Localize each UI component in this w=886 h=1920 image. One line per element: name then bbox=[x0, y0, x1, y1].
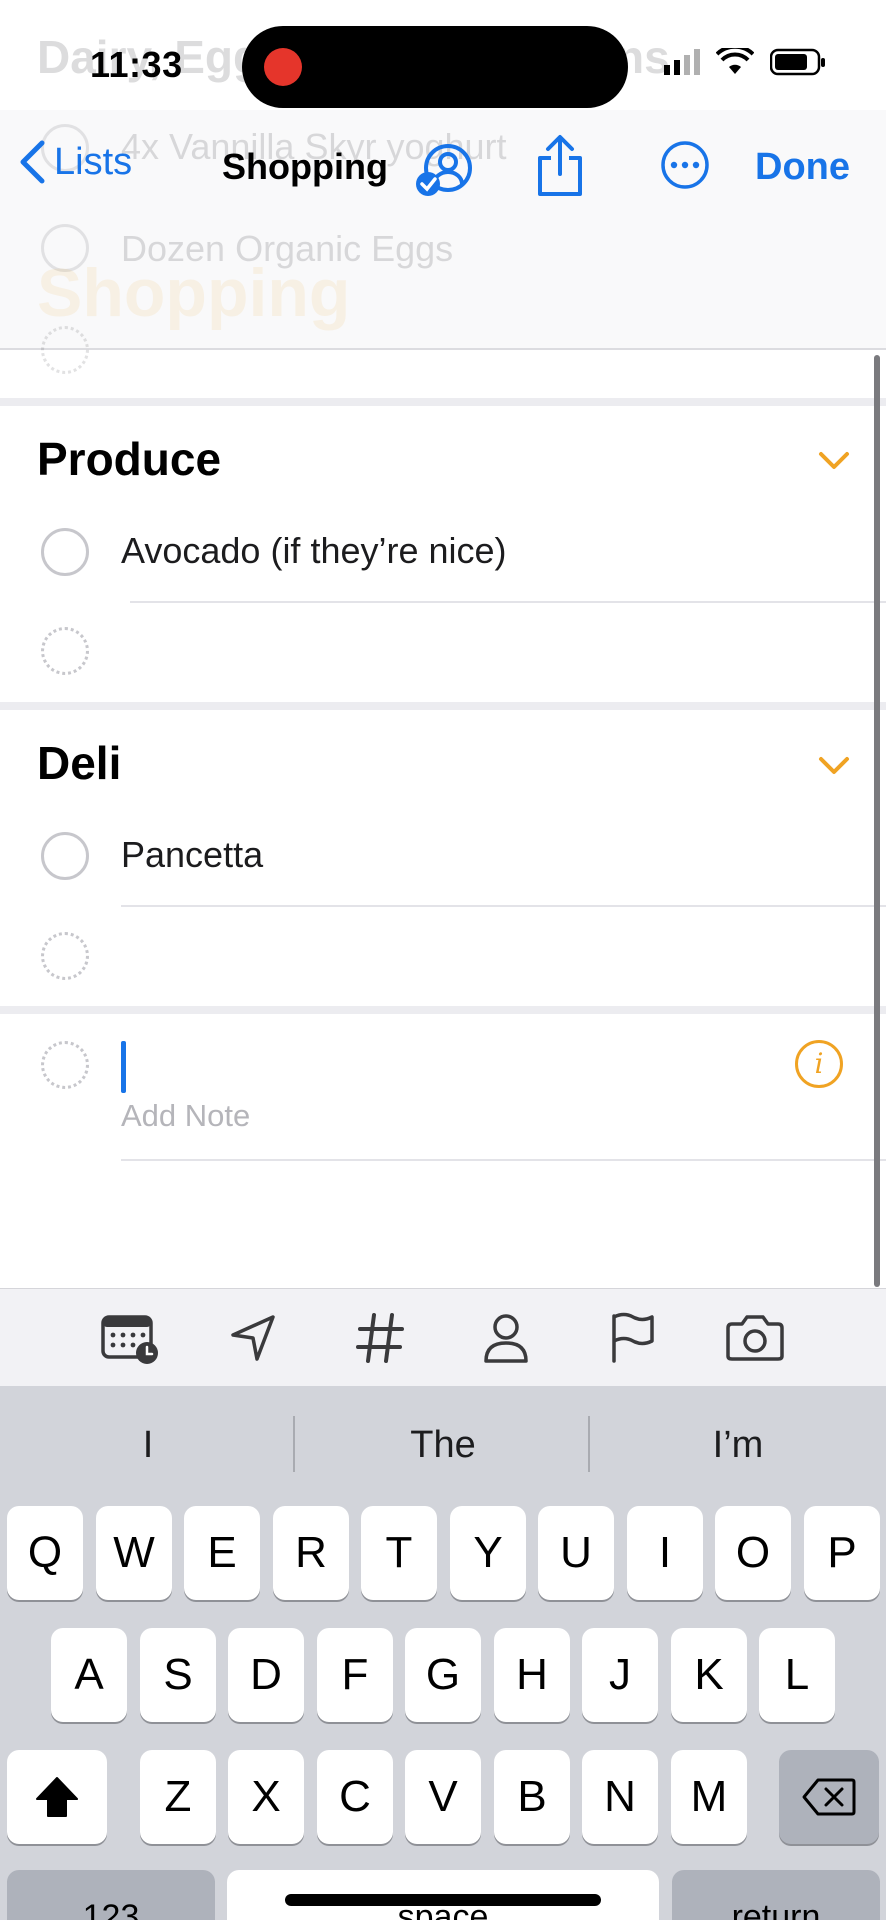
key-r[interactable]: R bbox=[273, 1506, 349, 1600]
battery-icon bbox=[770, 48, 825, 76]
key-o[interactable]: O bbox=[715, 1506, 791, 1600]
key-w[interactable]: W bbox=[96, 1506, 172, 1600]
suggestion-1[interactable]: I bbox=[3, 1424, 293, 1467]
key-h[interactable]: H bbox=[494, 1628, 570, 1722]
location-button[interactable] bbox=[219, 1303, 289, 1373]
key-z[interactable]: Z bbox=[140, 1750, 216, 1844]
key-x[interactable]: X bbox=[228, 1750, 304, 1844]
complete-toggle[interactable] bbox=[41, 832, 89, 880]
key-f[interactable]: F bbox=[317, 1628, 393, 1722]
large-title: Shopping bbox=[37, 255, 351, 331]
row-divider bbox=[121, 1159, 886, 1161]
more-button[interactable] bbox=[660, 140, 710, 195]
delete-key[interactable] bbox=[779, 1750, 879, 1844]
back-button[interactable]: Lists bbox=[18, 140, 132, 184]
section-separator bbox=[0, 398, 886, 406]
assign-person-button[interactable] bbox=[471, 1303, 541, 1373]
person-icon bbox=[484, 1314, 528, 1363]
flag-icon bbox=[612, 1312, 654, 1363]
ellipsis-circle-icon bbox=[661, 141, 709, 189]
key-e[interactable]: E bbox=[184, 1506, 260, 1600]
key-b[interactable]: B bbox=[494, 1750, 570, 1844]
key-a[interactable]: A bbox=[51, 1628, 127, 1722]
navigation-bar: Dairy, Eggs & Ch ns 4x Vannilla Skyr yog… bbox=[0, 31, 886, 374]
location-arrow-icon bbox=[231, 1315, 275, 1361]
camera-button[interactable] bbox=[720, 1303, 790, 1373]
ghost-circle bbox=[41, 326, 89, 374]
share-button[interactable] bbox=[534, 134, 586, 203]
key-m[interactable]: M bbox=[671, 1750, 747, 1844]
shift-key[interactable] bbox=[7, 1750, 107, 1844]
section-separator bbox=[0, 1006, 886, 1014]
camera-icon bbox=[726, 1315, 784, 1361]
tag-button[interactable] bbox=[345, 1303, 415, 1373]
nav-title: Shopping bbox=[222, 146, 388, 187]
suggestion-divider bbox=[293, 1416, 295, 1472]
add-note-field[interactable]: Add Note bbox=[121, 1098, 250, 1134]
key-l[interactable]: L bbox=[759, 1628, 835, 1722]
suggestion-2[interactable]: The bbox=[298, 1424, 588, 1467]
section-title-produce: Produce bbox=[37, 433, 222, 485]
key-p[interactable]: P bbox=[804, 1506, 880, 1600]
chevron-down-icon[interactable] bbox=[818, 755, 850, 777]
shared-person-icon bbox=[416, 144, 472, 196]
scrollbar[interactable] bbox=[874, 355, 880, 1287]
key-g[interactable]: G bbox=[405, 1628, 481, 1722]
new-item-placeholder[interactable] bbox=[41, 932, 89, 980]
key-q[interactable]: Q bbox=[7, 1506, 83, 1600]
chevron-down-icon[interactable] bbox=[818, 450, 850, 472]
hashtag-icon bbox=[356, 1313, 404, 1363]
text-cursor bbox=[121, 1041, 126, 1093]
status-icons bbox=[664, 48, 826, 76]
info-button[interactable]: i bbox=[795, 1040, 843, 1088]
shared-list-button[interactable] bbox=[412, 138, 476, 207]
back-button-label: Lists bbox=[54, 140, 133, 183]
keyboard: I The I’m Q W E R T Y U I O P A S D F G … bbox=[0, 1386, 886, 1920]
key-n[interactable]: N bbox=[582, 1750, 658, 1844]
cellular-signal-icon bbox=[664, 49, 700, 75]
section-title-deli: Deli bbox=[37, 737, 122, 789]
suggestion-divider bbox=[588, 1416, 590, 1472]
row-divider bbox=[121, 905, 886, 907]
return-key[interactable]: return bbox=[672, 1870, 880, 1920]
shift-icon bbox=[36, 1777, 78, 1817]
key-d[interactable]: D bbox=[228, 1628, 304, 1722]
new-item-circle[interactable] bbox=[41, 1041, 89, 1089]
item-label[interactable]: Avocado (if they’re nice) bbox=[121, 530, 507, 572]
complete-toggle[interactable] bbox=[41, 528, 89, 576]
key-c[interactable]: C bbox=[317, 1750, 393, 1844]
done-button[interactable]: Done bbox=[755, 146, 850, 189]
date-time-button[interactable] bbox=[95, 1303, 165, 1373]
new-item-placeholder[interactable] bbox=[41, 627, 89, 675]
row-divider bbox=[130, 601, 886, 603]
key-k[interactable]: K bbox=[671, 1628, 747, 1722]
key-y[interactable]: Y bbox=[450, 1506, 526, 1600]
wifi-icon bbox=[716, 48, 754, 74]
home-indicator bbox=[285, 1894, 601, 1906]
suggestion-3[interactable]: I’m bbox=[593, 1424, 883, 1467]
status-time: 11:33 bbox=[90, 44, 183, 85]
numbers-key[interactable]: 123 bbox=[7, 1870, 215, 1920]
key-t[interactable]: T bbox=[361, 1506, 437, 1600]
key-v[interactable]: V bbox=[405, 1750, 481, 1844]
key-j[interactable]: J bbox=[582, 1628, 658, 1722]
flag-button[interactable] bbox=[597, 1303, 667, 1373]
backspace-icon bbox=[802, 1778, 856, 1816]
status-bar: 11:33 bbox=[0, 0, 886, 130]
item-label[interactable]: Pancetta bbox=[121, 834, 263, 876]
key-u[interactable]: U bbox=[538, 1506, 614, 1600]
calendar-clock-icon bbox=[101, 1315, 158, 1364]
accessory-toolbar bbox=[0, 1288, 886, 1386]
chevron-left-icon bbox=[20, 140, 45, 184]
share-icon bbox=[538, 135, 582, 196]
recording-indicator-icon bbox=[264, 48, 302, 86]
section-separator bbox=[0, 702, 886, 710]
key-i[interactable]: I bbox=[627, 1506, 703, 1600]
key-s[interactable]: S bbox=[140, 1628, 216, 1722]
